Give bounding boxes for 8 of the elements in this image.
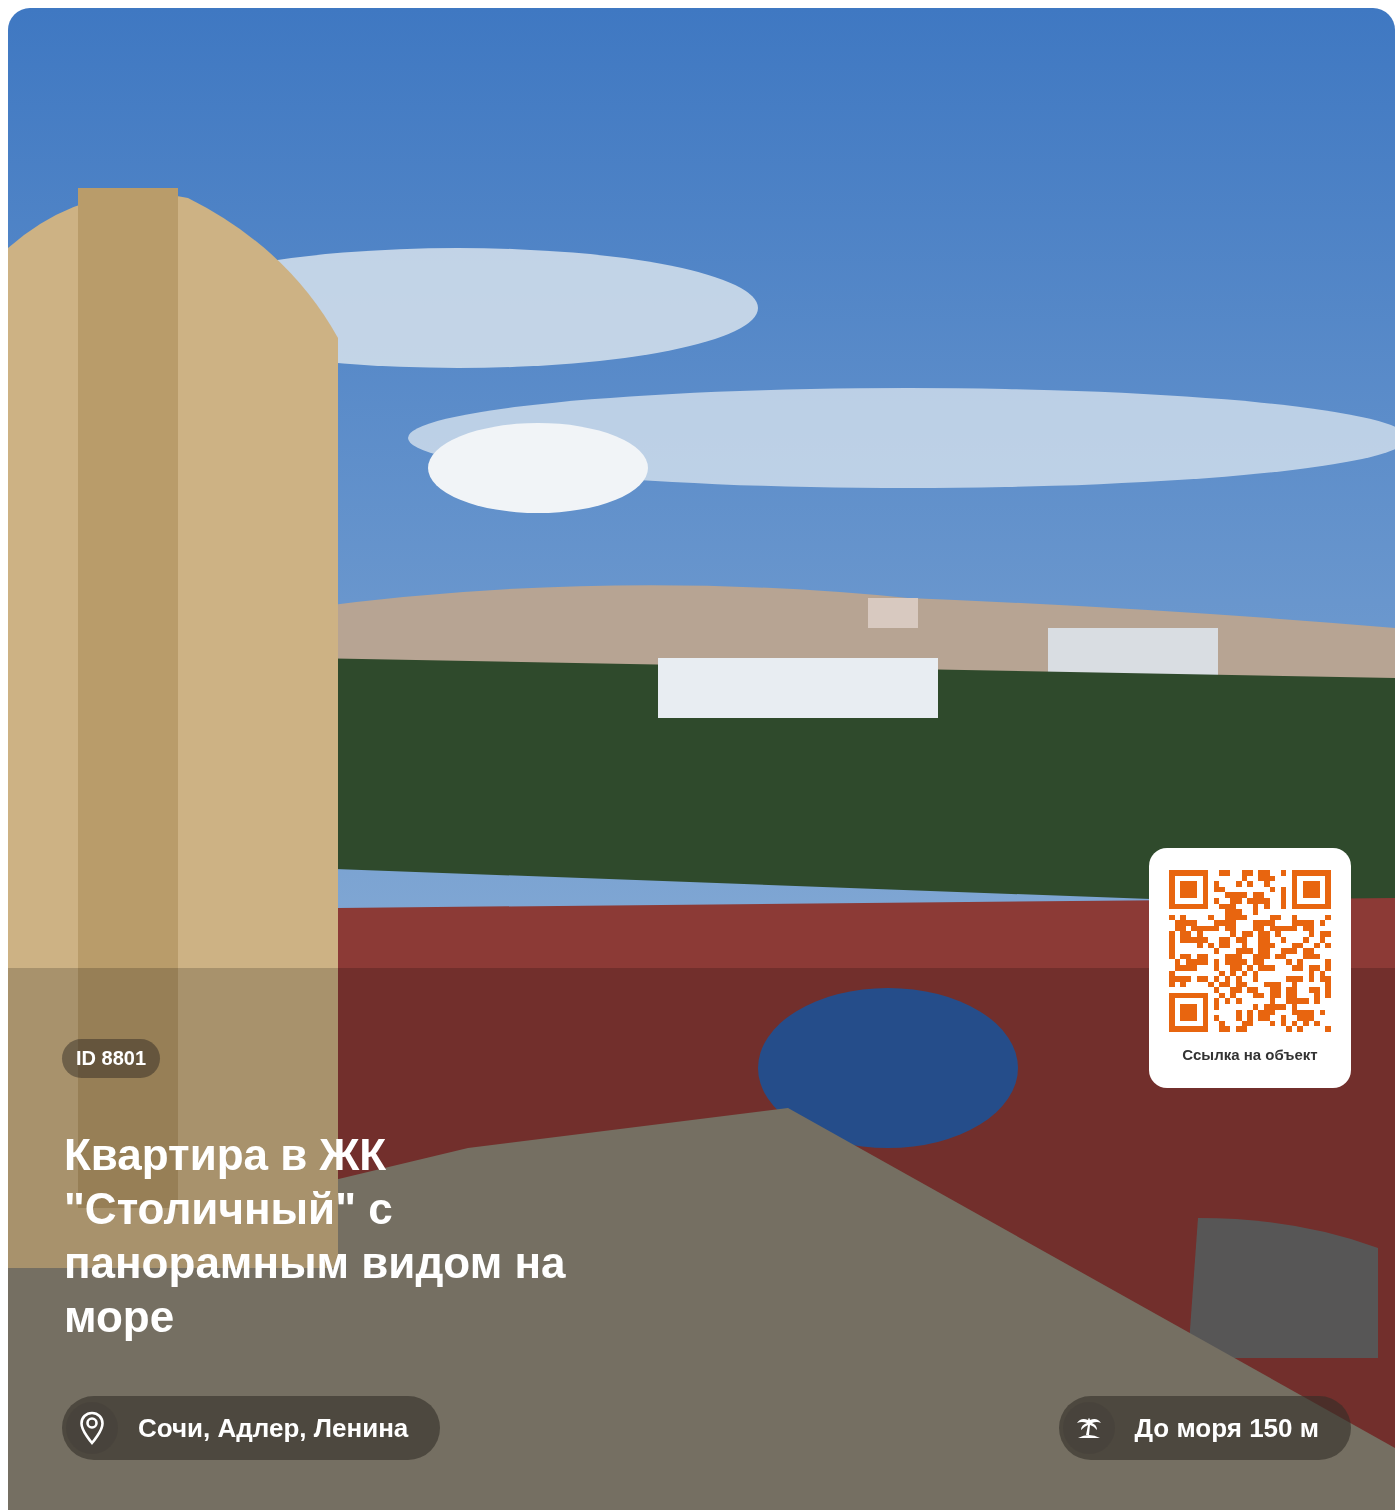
location-text: Сочи, Адлер, Ленина [138,1412,409,1444]
listing-title: Квартира в ЖК "Столичный" с панорамным видом на море [64,1129,567,1343]
qr-caption: Ссылка на объект [1182,1046,1318,1063]
palm-island-icon [1062,1402,1115,1454]
listing-id-badge: ID 8801 [62,1039,161,1078]
sea-distance-text: До моря 150 м [1134,1412,1319,1444]
qr-code[interactable] [1169,870,1331,1032]
location-pin-icon [66,1402,118,1454]
